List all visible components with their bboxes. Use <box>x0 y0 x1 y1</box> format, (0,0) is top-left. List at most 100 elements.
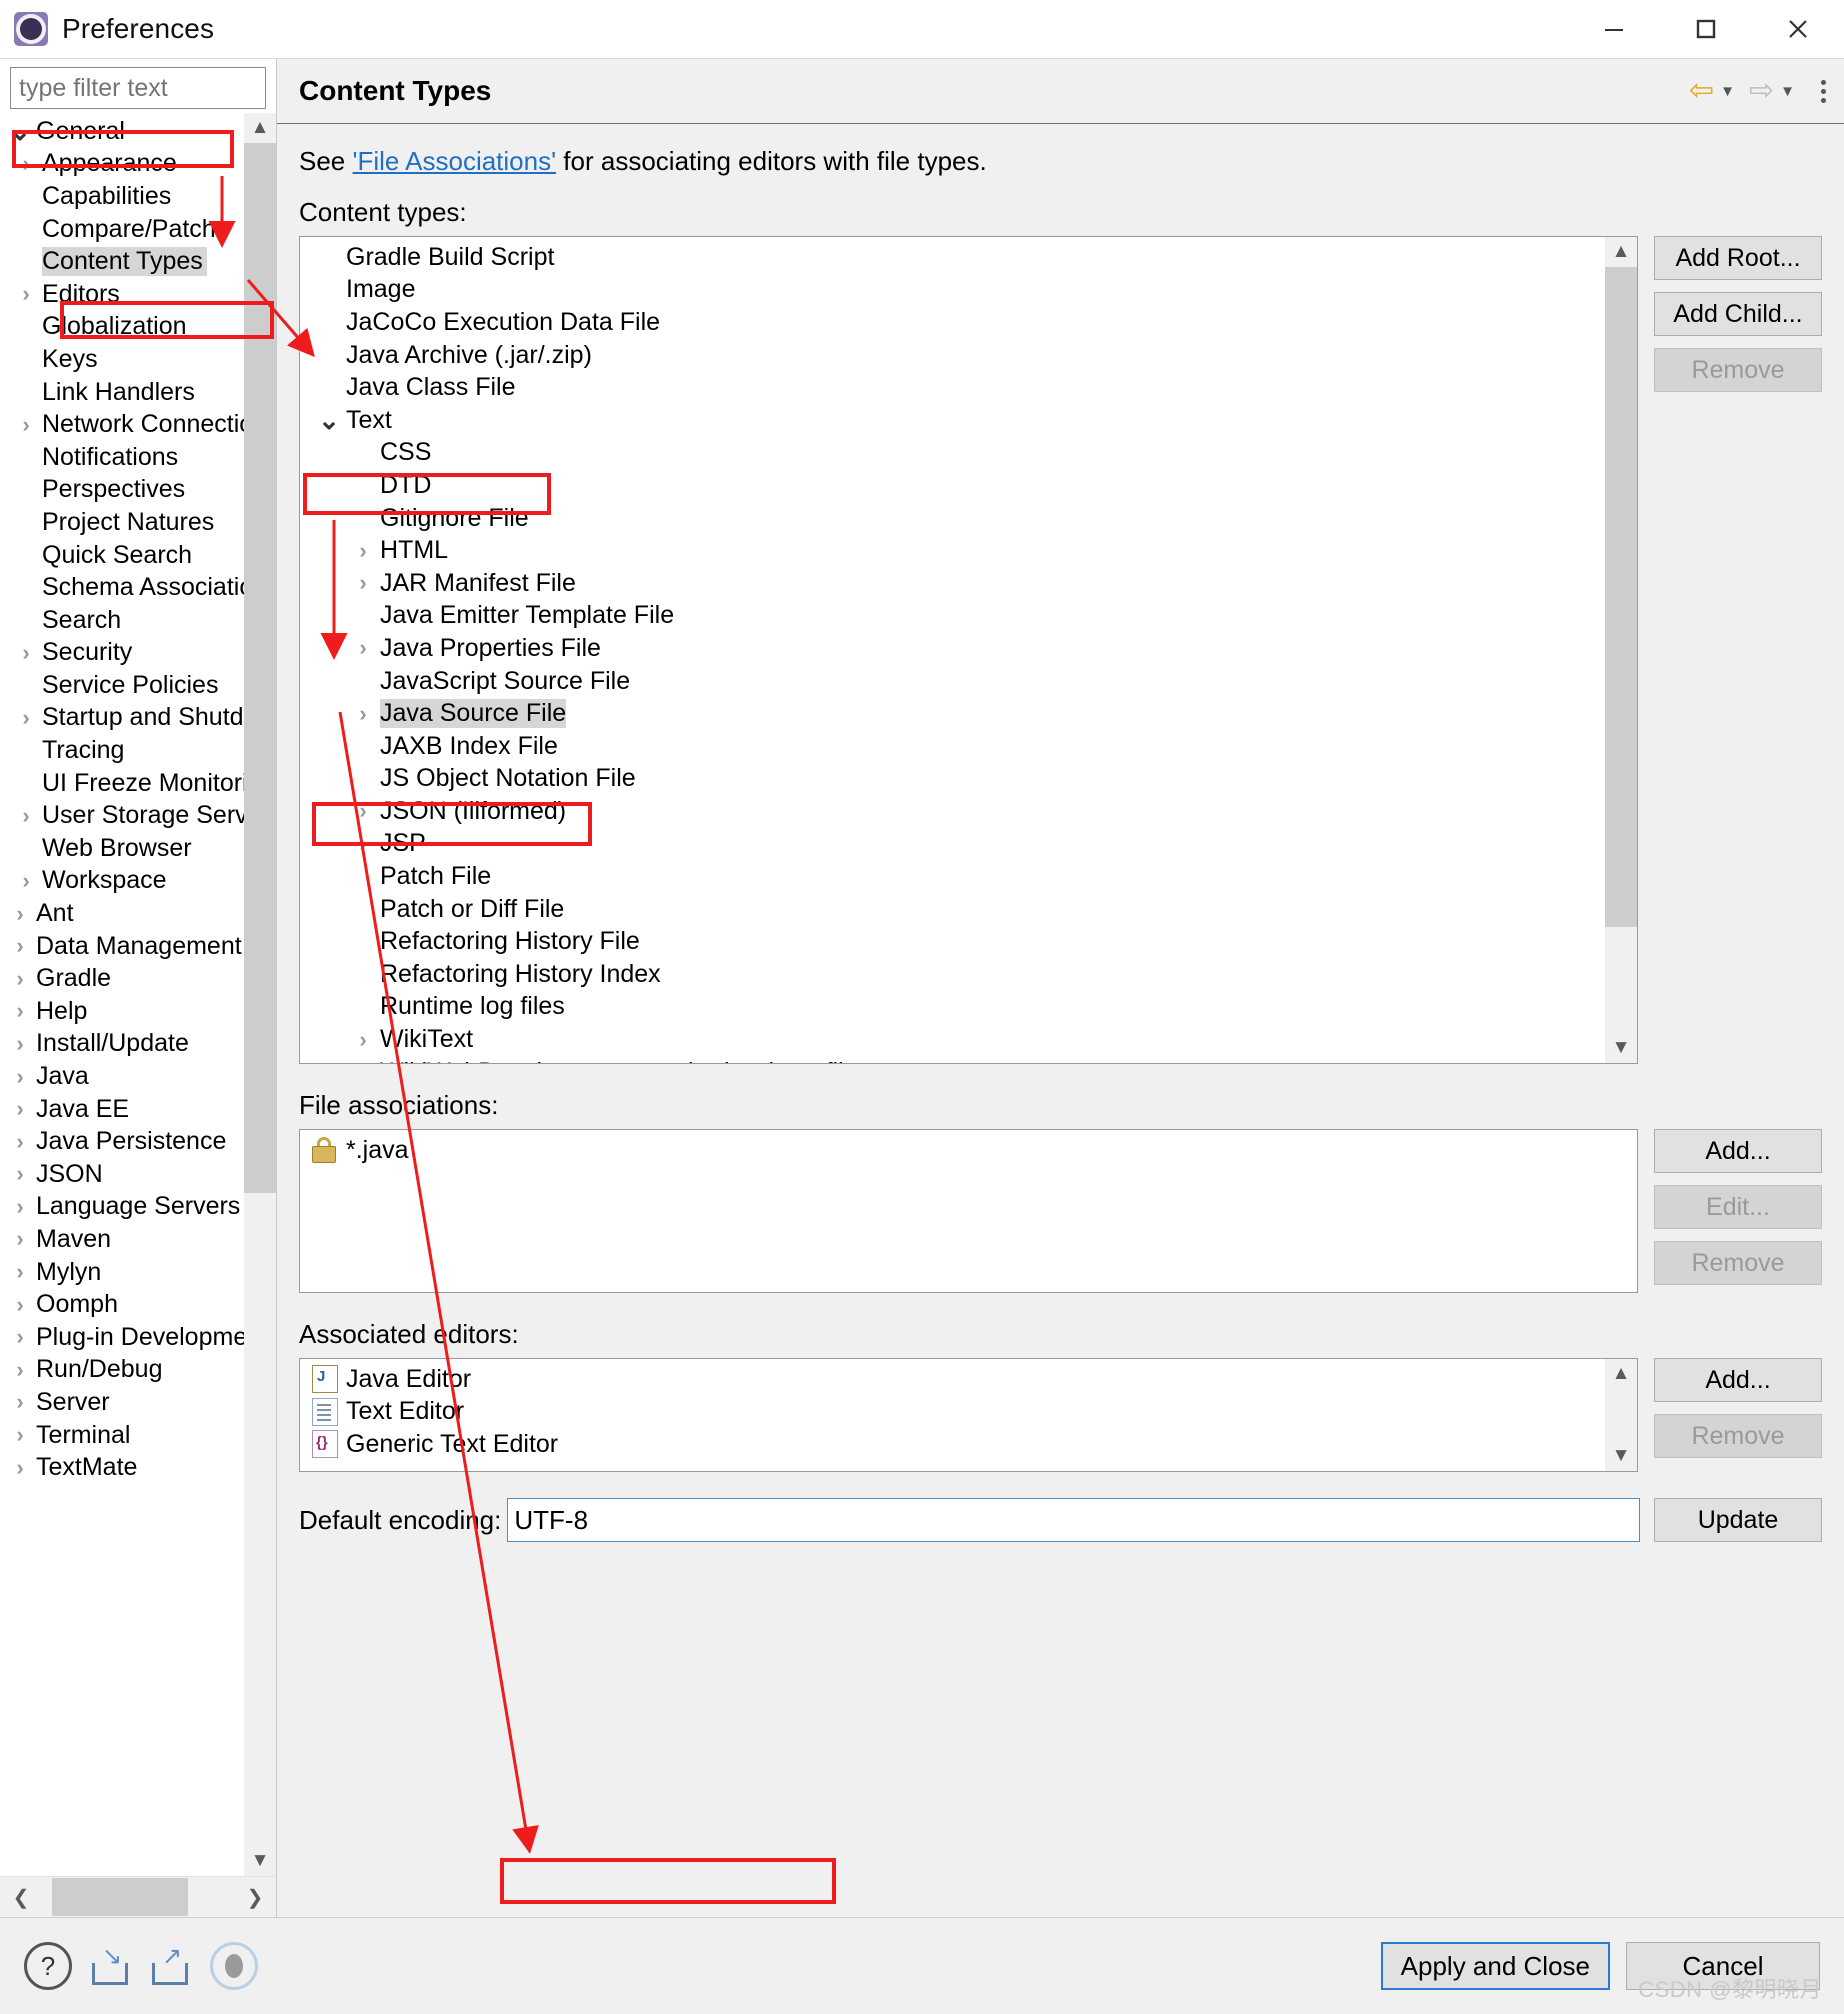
content-types-listbox[interactable]: Gradle Build Script Image JaCoCo Execution… <box>299 236 1638 1064</box>
chevron-right-icon[interactable]: › <box>4 1065 36 1088</box>
sidebar-item-oomph[interactable]: › Oomph <box>0 1288 244 1321</box>
chevron-right-icon[interactable]: › <box>4 1326 36 1348</box>
chevron-right-icon[interactable]: › <box>4 1195 36 1218</box>
content-type-item[interactable]: JAXB Index File <box>300 730 1605 763</box>
content-type-item[interactable]: Gradle Build Script <box>300 241 1605 274</box>
associated-editors-scrollbar[interactable]: ▲ ▼ <box>1605 1359 1637 1471</box>
scroll-thumb[interactable] <box>244 143 276 1193</box>
filter-input[interactable] <box>10 67 266 109</box>
chevron-right-icon[interactable]: › <box>10 869 42 892</box>
sidebar-item-java[interactable]: › Java <box>0 1060 244 1093</box>
content-type-item[interactable]: CSS <box>300 437 1605 470</box>
sidebar-item-general[interactable]: ⌄ General <box>0 115 244 148</box>
content-type-item[interactable]: › JSON (Illformed) <box>300 795 1605 828</box>
content-type-item[interactable]: JS Object Notation File <box>300 763 1605 796</box>
content-type-item[interactable]: Patch File <box>300 860 1605 893</box>
file-associations-listbox[interactable]: *.java <box>299 1129 1638 1293</box>
file-association-item[interactable]: *.java <box>300 1134 1637 1167</box>
content-type-item[interactable]: › Java Properties File <box>300 632 1605 665</box>
sidebar-item-security[interactable]: › Security <box>0 637 244 670</box>
sidebar-item-notifications[interactable]: Notifications <box>0 441 244 474</box>
content-type-item[interactable]: Runtime log files <box>300 991 1605 1024</box>
sidebar-item-project-natures[interactable]: Project Natures <box>0 506 244 539</box>
content-type-item[interactable]: › HTML <box>300 534 1605 567</box>
import-icon[interactable]: ↘ <box>90 1945 132 1987</box>
sidebar-item-workspace[interactable]: › Workspace <box>0 865 244 898</box>
sidebar-item-service-policies[interactable]: Service Policies <box>0 669 244 702</box>
sidebar-item-schema-associations[interactable]: Schema Associations <box>0 571 244 604</box>
chevron-right-icon[interactable]: › <box>346 538 380 564</box>
scroll-up-icon[interactable]: ▲ <box>1605 237 1637 267</box>
chevron-right-icon[interactable]: › <box>346 635 380 661</box>
export-icon[interactable]: ↗ <box>150 1945 192 1987</box>
minimize-icon[interactable] <box>1568 0 1660 58</box>
sidebar-item-editors[interactable]: › Editors <box>0 278 244 311</box>
sidebar-item-java-persistence[interactable]: › Java Persistence <box>0 1125 244 1158</box>
chevron-right-icon[interactable]: › <box>4 1293 36 1316</box>
content-type-item[interactable]: Patch or Diff File <box>300 893 1605 926</box>
sidebar-item-tracing[interactable]: Tracing <box>0 734 244 767</box>
hscroll-thumb[interactable] <box>52 1878 188 1916</box>
file-associations-add-button[interactable]: Add... <box>1654 1129 1822 1173</box>
associated-editors-listbox[interactable]: J Java Editor Text Editor {} Generic Text Ed… <box>299 1358 1638 1472</box>
content-type-item[interactable]: › Java Source File <box>300 697 1605 730</box>
sidebar-item-json[interactable]: › JSON <box>0 1158 244 1191</box>
sidebar-item-capabilities[interactable]: Capabilities <box>0 180 244 213</box>
chevron-right-icon[interactable]: › <box>10 283 42 305</box>
chevron-right-icon[interactable]: › <box>4 1391 36 1413</box>
content-type-item[interactable]: › JAR Manifest File <box>300 567 1605 600</box>
scroll-up-icon[interactable]: ▲ <box>244 113 276 143</box>
chevron-right-icon[interactable]: › <box>10 804 42 827</box>
scroll-up-icon[interactable]: ▲ <box>1605 1359 1637 1389</box>
chevron-down-icon[interactable]: ⌄ <box>4 118 36 144</box>
sidebar-item-keys[interactable]: Keys <box>0 343 244 376</box>
sidebar-horizontal-scrollbar[interactable]: ❮ ❯ <box>0 1876 276 1917</box>
content-type-item[interactable]: Java Archive (.jar/.zip) <box>300 339 1605 372</box>
forward-history-caret-icon[interactable]: ▼ <box>1780 83 1795 100</box>
scroll-down-icon[interactable]: ▼ <box>244 1846 276 1876</box>
content-type-item[interactable]: Gitignore File <box>300 502 1605 535</box>
chevron-right-icon[interactable]: › <box>10 413 42 436</box>
cancel-button[interactable]: Cancel <box>1626 1942 1820 1990</box>
associated-editor-item[interactable]: Text Editor <box>300 1396 1605 1429</box>
content-type-item[interactable]: › JSP <box>300 828 1605 861</box>
default-encoding-input[interactable] <box>507 1498 1640 1542</box>
chevron-right-icon[interactable]: › <box>4 1456 36 1479</box>
scroll-down-icon[interactable]: ▼ <box>1605 1441 1637 1471</box>
scroll-down-icon[interactable]: ▼ <box>1605 1033 1637 1063</box>
sidebar-item-textmate[interactable]: › TextMate <box>0 1451 244 1484</box>
sidebar-item-data-management[interactable]: › Data Management <box>0 930 244 963</box>
page-menu-icon[interactable] <box>1821 79 1826 103</box>
chevron-right-icon[interactable]: › <box>4 902 36 925</box>
forward-arrow-icon[interactable]: ⇨ <box>1749 76 1774 106</box>
sidebar-item-help[interactable]: › Help <box>0 995 244 1028</box>
sidebar-item-globalization[interactable]: Globalization <box>0 311 244 344</box>
chevron-right-icon[interactable]: › <box>4 1098 36 1120</box>
chevron-right-icon[interactable]: › <box>4 1228 36 1250</box>
associated-editor-item[interactable]: {} Generic Text Editor <box>300 1428 1605 1461</box>
chevron-right-icon[interactable]: › <box>346 570 380 596</box>
maximize-icon[interactable] <box>1660 0 1752 58</box>
chevron-right-icon[interactable]: › <box>10 641 42 664</box>
chevron-right-icon[interactable]: › <box>4 1163 36 1185</box>
chevron-right-icon[interactable]: › <box>10 152 42 175</box>
content-types-add-root-button[interactable]: Add Root... <box>1654 236 1822 280</box>
content-type-item[interactable]: Java Class File <box>300 371 1605 404</box>
content-type-item[interactable]: ⌄ Text <box>300 404 1605 437</box>
apply-and-close-button[interactable]: Apply and Close <box>1380 1942 1610 1990</box>
chevron-right-icon[interactable]: › <box>4 1130 36 1153</box>
sidebar-item-web-browser[interactable]: Web Browser <box>0 832 244 865</box>
sidebar-item-plug-in-development[interactable]: ›Plug-in Development <box>0 1321 244 1354</box>
back-arrow-icon[interactable]: ⇦ <box>1689 76 1714 106</box>
content-types-scrollbar[interactable]: ▲ ▼ <box>1605 237 1637 1063</box>
sidebar-vertical-scrollbar[interactable]: ▲ ▼ <box>244 113 276 1876</box>
restore-defaults-icon[interactable] <box>210 1942 258 1990</box>
sidebar-item-run-debug[interactable]: › Run/Debug <box>0 1354 244 1387</box>
sidebar-item-compare-patch[interactable]: Compare/Patch <box>0 213 244 246</box>
sidebar-item-language-servers[interactable]: › Language Servers <box>0 1191 244 1224</box>
scroll-thumb[interactable] <box>1605 267 1637 927</box>
close-icon[interactable] <box>1752 0 1844 58</box>
scroll-left-icon[interactable]: ❮ <box>0 1877 42 1917</box>
sidebar-item-link-handlers[interactable]: Link Handlers <box>0 376 244 409</box>
content-type-item[interactable]: WikiWebDevelopment standard web profile <box>300 1056 1605 1063</box>
